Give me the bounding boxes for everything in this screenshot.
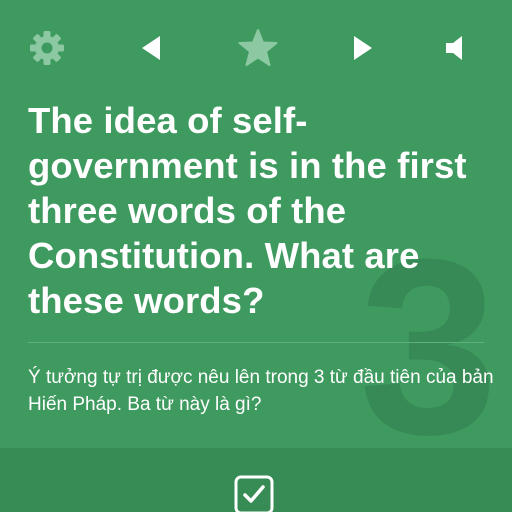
translation-text: Ý tưởng tự trị được nêu lên trong 3 từ đ… — [28, 367, 494, 415]
flashcard-screen: 3 The idea of self-government is in the … — [0, 0, 512, 512]
favorite-button[interactable] — [236, 26, 280, 70]
check-icon — [234, 475, 274, 512]
next-icon — [354, 36, 372, 60]
divider — [28, 342, 484, 343]
question-text: The idea of self-government is in the fi… — [28, 100, 467, 321]
speaker-icon — [446, 36, 462, 60]
audio-button[interactable] — [434, 26, 478, 70]
previous-icon — [142, 36, 160, 60]
previous-button[interactable] — [130, 26, 174, 70]
mark-learned-button[interactable] — [234, 475, 274, 512]
star-icon — [238, 29, 278, 66]
toolbar — [0, 0, 512, 92]
gear-icon — [30, 31, 64, 65]
next-button[interactable] — [340, 26, 384, 70]
settings-button[interactable] — [25, 26, 69, 70]
